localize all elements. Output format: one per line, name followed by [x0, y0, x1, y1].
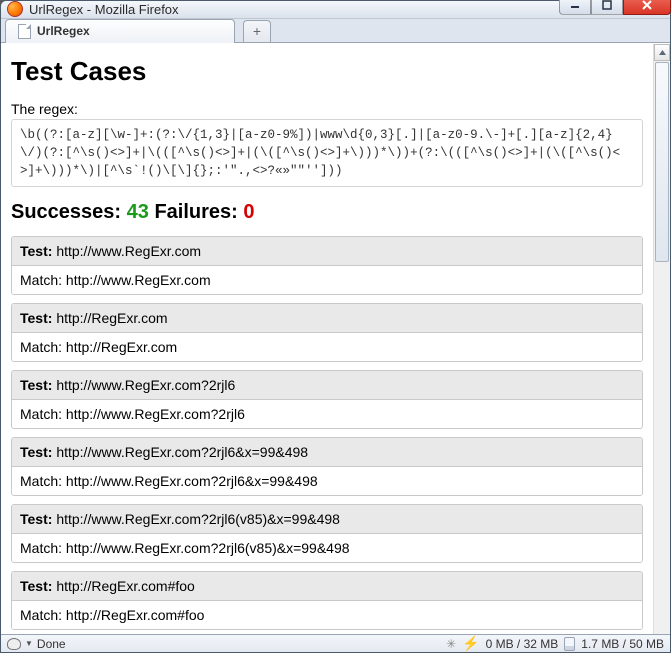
match-label: Match: [20, 339, 62, 355]
tab-label: UrlRegex [37, 24, 90, 38]
failures-label: Failures: [154, 201, 237, 223]
test-row: Test: http://www.RegExr.com?2rjl6 [12, 371, 642, 400]
memory-js: 0 MB / 32 MB [486, 637, 559, 651]
status-bar: ▼ Done ✳ ⚡ 0 MB / 32 MB 1.7 MB / 50 MB [1, 634, 670, 652]
test-row: Test: http://www.RegExr.com?2rjl6(v85)&x… [12, 505, 642, 534]
window-controls [559, 0, 671, 15]
match-row: Match: http://www.RegExr.com [12, 266, 642, 294]
status-message: Done [37, 637, 66, 651]
match-value: http://RegExr.com [66, 339, 177, 355]
match-row: Match: http://RegExr.com#foo [12, 601, 642, 629]
test-case-list: Test: http://www.RegExr.comMatch: http:/… [11, 236, 643, 634]
test-case: Test: http://www.RegExr.com?2rjl6Match: … [11, 370, 643, 429]
test-case: Test: http://www.RegExr.com?2rjl6(v85)&x… [11, 504, 643, 563]
test-label: Test: [20, 377, 52, 393]
match-value: http://www.RegExr.com [66, 272, 211, 288]
new-tab-button[interactable]: + [243, 20, 271, 42]
successes-label: Successes: [11, 201, 121, 223]
test-label: Test: [20, 511, 52, 527]
vertical-scrollbar[interactable] [653, 44, 670, 634]
test-case: Test: http://www.RegExr.com?2rjl6&x=99&4… [11, 437, 643, 496]
test-label: Test: [20, 310, 52, 326]
test-case: Test: http://RegExr.com#fooMatch: http:/… [11, 571, 643, 630]
maximize-button[interactable] [591, 0, 623, 15]
match-label: Match: [20, 272, 62, 288]
test-case: Test: http://RegExr.comMatch: http://Reg… [11, 303, 643, 362]
match-value: http://www.RegExr.com?2rjl6(v85)&x=99&49… [66, 540, 350, 556]
regex-label: The regex: [11, 101, 643, 117]
test-value: http://RegExr.com [56, 310, 167, 326]
dropdown-icon[interactable]: ▼ [25, 639, 33, 648]
scrollbar-thumb[interactable] [655, 62, 669, 262]
test-row: Test: http://RegExr.com#foo [12, 572, 642, 601]
test-value: http://www.RegExr.com?2rjl6 [56, 377, 235, 393]
test-value: http://RegExr.com#foo [56, 578, 195, 594]
match-label: Match: [20, 473, 62, 489]
test-label: Test: [20, 243, 52, 259]
test-value: http://www.RegExr.com [56, 243, 201, 259]
test-label: Test: [20, 578, 52, 594]
successes-count: 43 [127, 201, 149, 223]
test-value: http://www.RegExr.com?2rjl6(v85)&x=99&49… [56, 511, 340, 527]
failures-count: 0 [243, 201, 254, 223]
page-viewport[interactable]: Test Cases The regex: \b((?:[a-z][\w-]+:… [1, 44, 653, 634]
firefox-window: UrlRegex - Mozilla Firefox UrlRegex + Te… [0, 0, 671, 653]
sparkle-icon: ✳ [446, 637, 456, 651]
scroll-up-button[interactable] [654, 44, 670, 61]
test-label: Test: [20, 444, 52, 460]
window-title: UrlRegex - Mozilla Firefox [29, 2, 179, 17]
match-value: http://www.RegExr.com?2rjl6 [66, 406, 245, 422]
match-label: Match: [20, 406, 62, 422]
regex-box: \b((?:[a-z][\w-]+:(?:\/{1,3}|[a-z0-9%])|… [11, 119, 643, 187]
test-row: Test: http://www.RegExr.com [12, 237, 642, 266]
lightning-icon[interactable]: ⚡ [462, 635, 479, 652]
match-row: Match: http://www.RegExr.com?2rjl6(v85)&… [12, 534, 642, 562]
test-case: Test: http://www.RegExr.comMatch: http:/… [11, 236, 643, 295]
window-titlebar[interactable]: UrlRegex - Mozilla Firefox [1, 1, 670, 18]
close-button[interactable] [623, 0, 671, 15]
tab-urlregex[interactable]: UrlRegex [5, 19, 235, 43]
test-row: Test: http://www.RegExr.com?2rjl6&x=99&4… [12, 438, 642, 467]
match-row: Match: http://RegExr.com [12, 333, 642, 361]
memory-meter-icon [564, 637, 575, 651]
match-label: Match: [20, 540, 62, 556]
firebug-icon[interactable] [7, 638, 21, 650]
minimize-button[interactable] [559, 0, 591, 15]
test-row: Test: http://RegExr.com [12, 304, 642, 333]
memory-total: 1.7 MB / 50 MB [581, 637, 664, 651]
test-value: http://www.RegExr.com?2rjl6&x=99&498 [56, 444, 308, 460]
tab-strip: UrlRegex + [1, 18, 670, 43]
match-row: Match: http://www.RegExr.com?2rjl6&x=99&… [12, 467, 642, 495]
match-value: http://RegExr.com#foo [66, 607, 205, 623]
match-value: http://www.RegExr.com?2rjl6&x=99&498 [66, 473, 318, 489]
firefox-icon [7, 1, 23, 17]
match-row: Match: http://www.RegExr.com?2rjl6 [12, 400, 642, 428]
results-summary: Successes: 43 Failures: 0 [11, 201, 643, 224]
page-title: Test Cases [11, 56, 643, 87]
match-label: Match: [20, 607, 62, 623]
page-icon [18, 24, 31, 39]
